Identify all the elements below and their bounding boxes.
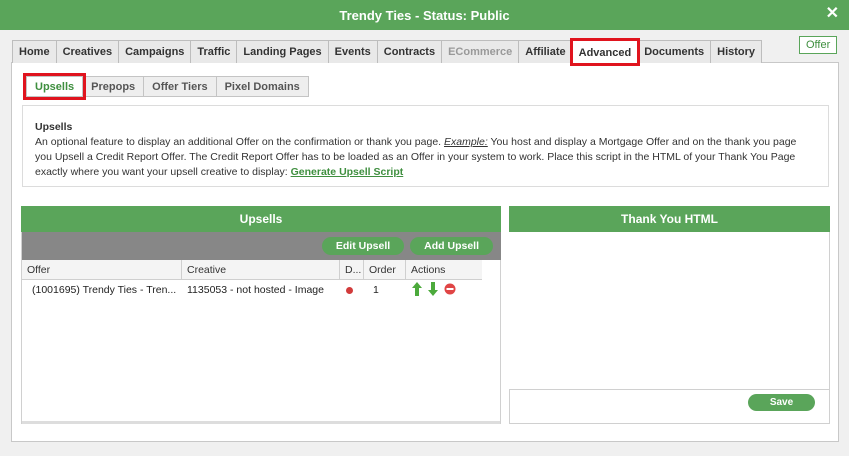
info-text-part1: An optional feature to display an additi… — [35, 136, 444, 148]
upsells-scrollbar[interactable] — [22, 421, 500, 424]
column-offer[interactable]: Offer — [22, 260, 182, 280]
info-heading: Upsells — [35, 121, 73, 133]
edit-upsell-button[interactable]: Edit Upsell — [321, 237, 405, 255]
upsells-grid-header: Offer Creative D... Order Actions — [22, 260, 482, 280]
tab-advanced[interactable]: Advanced — [569, 38, 641, 66]
upsells-toolbar: Edit Upsell Add Upsell — [22, 232, 501, 260]
row-order: 1 — [373, 284, 379, 296]
tab-affiliate[interactable]: Affiliate — [518, 40, 573, 63]
delete-icon[interactable] — [444, 283, 456, 298]
upsells-info-box: Upsells An optional feature to display a… — [22, 105, 829, 187]
info-example-label: Example: — [444, 136, 488, 148]
status-dot-icon — [346, 286, 353, 294]
add-upsell-button[interactable]: Add Upsell — [410, 237, 493, 255]
subtab-prepops[interactable]: Prepops — [82, 76, 145, 97]
row-actions — [406, 281, 482, 299]
thank-you-header: Thank You HTML — [509, 206, 830, 232]
tab-events[interactable]: Events — [327, 40, 378, 63]
tab-landing-pages[interactable]: Landing Pages — [236, 40, 329, 63]
offer-badge: Offer — [799, 36, 838, 54]
info-description: An optional feature to display an additi… — [35, 135, 816, 180]
column-creative[interactable]: Creative — [182, 260, 340, 280]
tab-ecommerce[interactable]: ECommerce — [441, 40, 520, 63]
move-down-icon[interactable] — [428, 281, 438, 299]
column-order[interactable]: Order — [364, 260, 406, 280]
tab-history[interactable]: History — [710, 40, 763, 63]
subtab-offer-tiers[interactable]: Offer Tiers — [143, 76, 217, 97]
table-row[interactable]: (1001695) Trendy Ties - Tren... 1135053 … — [22, 281, 482, 299]
tab-documents[interactable]: Documents — [637, 40, 712, 63]
subtab-upsells[interactable]: Upsells — [22, 73, 87, 100]
tab-contracts[interactable]: Contracts — [376, 40, 443, 63]
window-titlebar: Trendy Ties - Status: Public ✕ — [0, 0, 849, 30]
tab-traffic[interactable]: Traffic — [190, 40, 238, 63]
close-icon[interactable]: ✕ — [826, 6, 839, 22]
tab-creatives[interactable]: Creatives — [55, 40, 120, 63]
tab-home[interactable]: Home — [12, 40, 57, 63]
sub-tabs: Upsells Prepops Offer Tiers Pixel Domain… — [22, 73, 309, 100]
generate-upsell-script-link[interactable]: Generate Upsell Script — [291, 166, 404, 178]
column-d[interactable]: D... — [340, 260, 364, 280]
column-actions[interactable]: Actions — [406, 260, 482, 280]
subtab-pixel-domains[interactable]: Pixel Domains — [215, 76, 309, 97]
save-button[interactable]: Save — [748, 394, 815, 411]
upsells-header: Upsells — [21, 206, 501, 232]
tab-campaigns[interactable]: Campaigns — [118, 40, 192, 63]
row-creative: 1135053 - not hosted - Image — [187, 284, 324, 296]
window-title: Trendy Ties - Status: Public — [339, 7, 510, 23]
move-up-icon[interactable] — [412, 281, 422, 299]
row-status — [340, 281, 364, 299]
row-offer: (1001695) Trendy Ties - Tren... — [32, 284, 177, 296]
main-tabs: Home Creatives Campaigns Traffic Landing… — [12, 38, 763, 66]
thank-you-html-editor[interactable] — [509, 232, 829, 390]
